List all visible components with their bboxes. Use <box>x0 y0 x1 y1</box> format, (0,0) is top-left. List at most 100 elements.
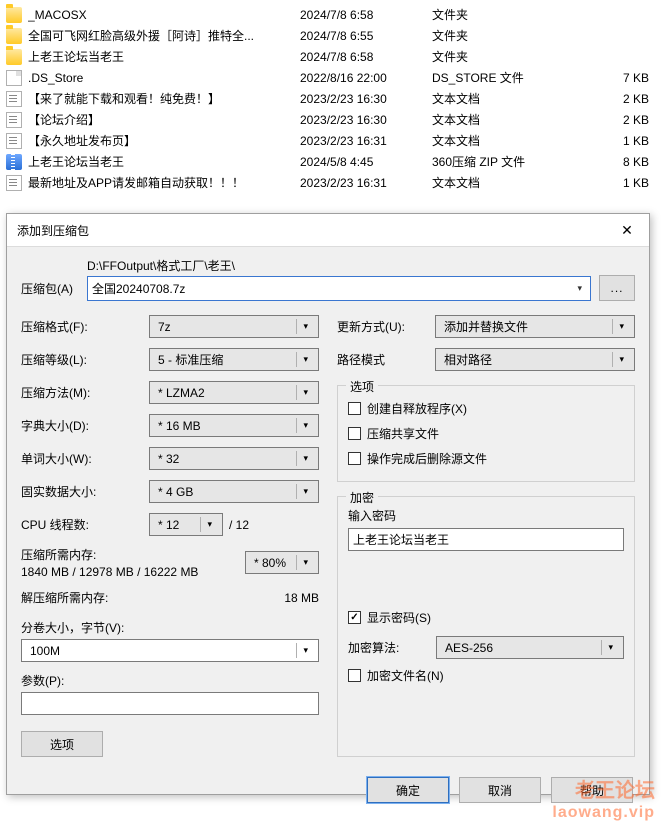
file-name: 上老王论坛当老王 <box>28 48 300 65</box>
file-type: 文件夹 <box>432 6 597 23</box>
file-row[interactable]: 全国可飞网红脸高级外援［阿诗］推特全...2024/7/8 6:55文件夹 <box>0 25 663 46</box>
file-date: 2023/2/23 16:31 <box>300 134 432 148</box>
update-combo[interactable]: 添加并替换文件▾ <box>435 315 635 338</box>
file-date: 2022/8/16 22:00 <box>300 71 432 85</box>
level-combo[interactable]: 5 - 标准压缩▾ <box>149 348 319 371</box>
file-date: 2023/2/23 16:31 <box>300 176 432 190</box>
split-label: 分卷大小，字节(V): <box>21 619 319 636</box>
dict-combo[interactable]: * 16 MB▾ <box>149 414 319 437</box>
show-password-checkbox[interactable] <box>348 611 361 624</box>
chevron-down-icon: ▾ <box>296 319 314 334</box>
folder-icon <box>6 7 22 23</box>
chevron-down-icon: ▾ <box>296 451 314 466</box>
file-row[interactable]: .DS_Store2022/8/16 22:00DS_STORE 文件7 KB <box>0 67 663 88</box>
word-combo[interactable]: * 32▾ <box>149 447 319 470</box>
method-combo[interactable]: * LZMA2▾ <box>149 381 319 404</box>
file-size: 2 KB <box>597 113 657 127</box>
dict-label: 字典大小(D): <box>21 417 141 434</box>
mem-decompress-label: 解压缩所需内存: <box>21 589 108 606</box>
ok-button[interactable]: 确定 <box>367 777 449 803</box>
format-combo[interactable]: 7z▾ <box>149 315 319 338</box>
folder-icon <box>6 49 22 65</box>
chevron-down-icon: ▾ <box>296 643 314 658</box>
file-date: 2023/2/23 16:30 <box>300 92 432 106</box>
level-label: 压缩等级(L): <box>21 351 141 368</box>
help-button[interactable]: 帮助 <box>551 777 633 803</box>
enc-names-checkbox[interactable] <box>348 669 361 682</box>
cpu-label: CPU 线程数: <box>21 516 141 533</box>
dialog-footer: 确定 取消 帮助 <box>7 767 649 817</box>
file-date: 2024/7/8 6:58 <box>300 8 432 22</box>
file-name: 【来了就能下载和观看！纯免费！】 <box>28 90 300 107</box>
password-input[interactable] <box>348 528 624 551</box>
delete-checkbox[interactable] <box>348 452 361 465</box>
file-size: 7 KB <box>597 71 657 85</box>
enc-algo-label: 加密算法: <box>348 639 428 656</box>
file-date: 2024/7/8 6:58 <box>300 50 432 64</box>
shared-checkbox[interactable] <box>348 427 361 440</box>
right-column: 更新方式(U): 添加并替换文件▾ 路径模式 相对路径▾ 选项 创建自释放程序(… <box>337 315 635 757</box>
file-date: 2024/7/8 6:55 <box>300 29 432 43</box>
file-type: DS_STORE 文件 <box>432 69 597 86</box>
chevron-down-icon: ▾ <box>612 352 630 367</box>
mem-percent-combo[interactable]: * 80%▾ <box>245 551 319 574</box>
solid-combo[interactable]: * 4 GB▾ <box>149 480 319 503</box>
file-type: 文本文档 <box>432 174 597 191</box>
file-list: _MACOSX2024/7/8 6:58文件夹全国可飞网红脸高级外援［阿诗］推特… <box>0 0 663 197</box>
encryption-group: 加密 输入密码 显示密码(S) 加密算法: AES-256▾ 加密文件名(N) <box>337 496 635 757</box>
chevron-down-icon: ▾ <box>601 640 619 655</box>
options-group: 选项 创建自释放程序(X) 压缩共享文件 操作完成后删除源文件 <box>337 385 635 482</box>
close-button[interactable]: ✕ <box>613 220 641 240</box>
options-title: 选项 <box>346 378 378 395</box>
password-label: 输入密码 <box>348 507 624 524</box>
file-name: 【论坛介绍】 <box>28 111 300 128</box>
enc-algo-combo[interactable]: AES-256▾ <box>436 636 624 659</box>
file-row[interactable]: 上老王论坛当老王2024/5/8 4:45360压缩 ZIP 文件8 KB <box>0 151 663 172</box>
file-row[interactable]: 最新地址及APP请发邮箱自动获取！！！2023/2/23 16:31文本文档1 … <box>0 172 663 193</box>
options-button[interactable]: 选项 <box>21 731 103 757</box>
txt-icon <box>6 91 22 107</box>
txt-icon <box>6 133 22 149</box>
update-label: 更新方式(U): <box>337 318 427 335</box>
file-name: _MACOSX <box>28 8 300 22</box>
dialog-titlebar: 添加到压缩包 ✕ <box>7 214 649 247</box>
txt-icon <box>6 112 22 128</box>
chevron-down-icon: ▾ <box>296 385 314 400</box>
pathmode-label: 路径模式 <box>337 351 427 368</box>
file-size: 8 KB <box>597 155 657 169</box>
archive-dialog: 添加到压缩包 ✕ 压缩包(A) D:\FFOutput\格式工厂\老王\ 全国2… <box>6 213 650 795</box>
solid-label: 固实数据大小: <box>21 483 141 500</box>
chevron-down-icon: ▾ <box>296 418 314 433</box>
cpu-combo[interactable]: * 12▾ <box>149 513 223 536</box>
file-row[interactable]: 【永久地址发布页】2023/2/23 16:31文本文档1 KB <box>0 130 663 151</box>
mem-compress-value: 1840 MB / 12978 MB / 16222 MB <box>21 565 198 579</box>
chevron-down-icon: ▾ <box>200 517 218 532</box>
method-label: 压缩方法(M): <box>21 384 141 401</box>
encryption-title: 加密 <box>346 489 378 506</box>
file-row[interactable]: _MACOSX2024/7/8 6:58文件夹 <box>0 4 663 25</box>
folder-icon <box>6 28 22 44</box>
file-row[interactable]: 上老王论坛当老王2024/7/8 6:58文件夹 <box>0 46 663 67</box>
cpu-total: / 12 <box>229 518 249 532</box>
doc-icon <box>6 70 22 86</box>
zip-icon <box>6 154 22 170</box>
file-row[interactable]: 【来了就能下载和观看！纯免费！】2023/2/23 16:30文本文档2 KB <box>0 88 663 109</box>
archive-name-combo[interactable]: 全国20240708.7z ▾ <box>87 276 591 301</box>
sfx-checkbox[interactable] <box>348 402 361 415</box>
file-size: 2 KB <box>597 92 657 106</box>
file-type: 文件夹 <box>432 27 597 44</box>
archive-label: 压缩包(A) <box>21 280 79 301</box>
file-type: 文本文档 <box>432 111 597 128</box>
file-type: 360压缩 ZIP 文件 <box>432 153 597 170</box>
file-row[interactable]: 【论坛介绍】2023/2/23 16:30文本文档2 KB <box>0 109 663 130</box>
txt-icon <box>6 175 22 191</box>
file-size: 1 KB <box>597 176 657 190</box>
format-label: 压缩格式(F): <box>21 318 141 335</box>
left-column: 压缩格式(F): 7z▾ 压缩等级(L): 5 - 标准压缩▾ 压缩方法(M):… <box>21 315 319 757</box>
split-combo[interactable]: 100M▾ <box>21 639 319 662</box>
pathmode-combo[interactable]: 相对路径▾ <box>435 348 635 371</box>
params-input[interactable] <box>21 692 319 715</box>
cancel-button[interactable]: 取消 <box>459 777 541 803</box>
file-name: 上老王论坛当老王 <box>28 153 300 170</box>
browse-button[interactable]: ... <box>599 275 635 301</box>
